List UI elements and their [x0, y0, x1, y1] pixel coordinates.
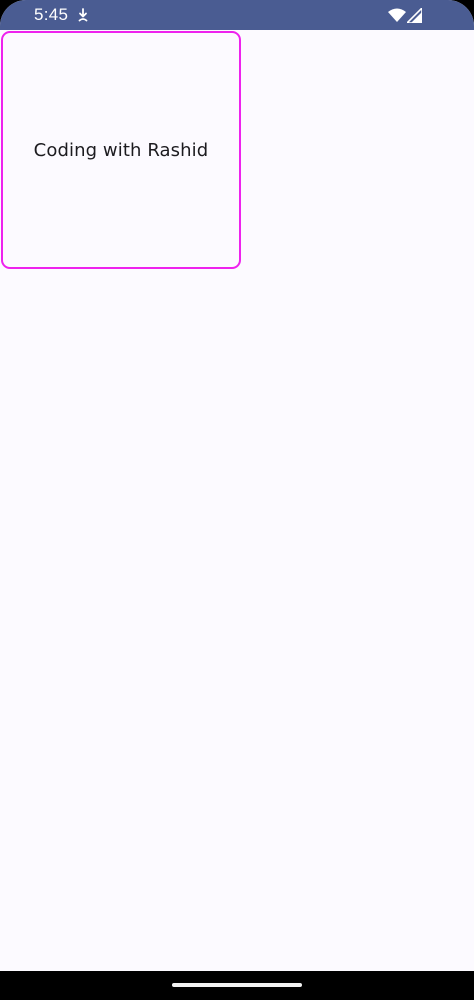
status-time: 5:45 — [34, 5, 69, 24]
home-gesture-handle[interactable] — [172, 983, 302, 987]
bordered-card[interactable]: Coding with Rashid — [1, 31, 241, 269]
download-icon — [78, 8, 88, 22]
app-content: Coding with Rashid — [0, 30, 474, 971]
phone-screen: 5:45 Coding with Rashid — [0, 0, 474, 1000]
wifi-icon — [388, 8, 406, 22]
navigation-bar — [0, 971, 474, 1000]
cell-signal-icon — [407, 8, 422, 23]
card-text: Coding with Rashid — [33, 139, 209, 161]
status-bar: 5:45 — [0, 0, 474, 30]
